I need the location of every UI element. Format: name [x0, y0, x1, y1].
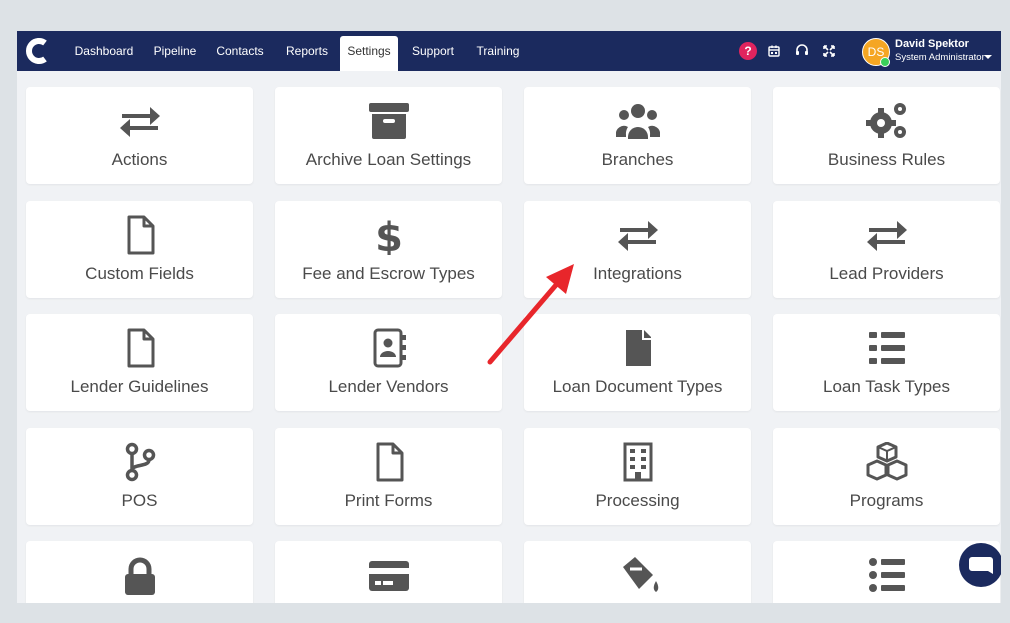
chat-bubble-icon — [969, 557, 993, 574]
expand-icon[interactable] — [820, 42, 838, 60]
dollar-icon: $ — [375, 215, 403, 255]
tile-payments[interactable] — [275, 541, 502, 603]
tile-label: Programs — [849, 491, 924, 510]
tile-branches[interactable]: Branches — [524, 87, 751, 184]
users-group-icon — [615, 104, 660, 139]
tile-label: Branches — [601, 150, 674, 169]
tile-label: Lender Vendors — [328, 377, 449, 396]
archive-box-icon — [368, 103, 409, 139]
tile-loan-task-types[interactable]: Loan Task Types — [773, 314, 1000, 411]
address-book-icon — [373, 328, 406, 368]
tile-label: Archive Loan Settings — [305, 150, 472, 169]
tile-label: POS — [121, 491, 158, 510]
tile-lead-providers[interactable]: Lead Providers — [773, 201, 1000, 298]
tile-actions[interactable]: Actions — [26, 87, 253, 184]
lock-icon — [124, 557, 155, 595]
nav-support[interactable]: Support — [411, 31, 455, 71]
online-status-dot — [880, 57, 890, 67]
top-navbar: Dashboard Pipeline Contacts Reports Sett… — [17, 31, 1001, 71]
company-logo-icon[interactable] — [23, 35, 53, 67]
user-name[interactable]: David Spektor — [895, 38, 969, 50]
nav-pipeline[interactable]: Pipeline — [153, 31, 197, 71]
calendar-icon[interactable] — [765, 42, 783, 60]
nav-settings[interactable]: Settings — [340, 36, 398, 71]
gears-icon — [865, 103, 906, 138]
tile-label: Integrations — [593, 264, 682, 283]
list-ul-icon — [868, 558, 905, 592]
file-icon — [127, 215, 154, 255]
nav-reports[interactable]: Reports — [285, 31, 329, 71]
tile-security[interactable] — [26, 541, 253, 603]
tile-label: Actions — [111, 150, 168, 169]
tile-label: Fee and Escrow Types — [302, 264, 475, 283]
tile-integrations[interactable]: Integrations — [524, 201, 751, 298]
tile-theme[interactable] — [524, 541, 751, 603]
file-solid-icon — [625, 330, 651, 366]
chat-button[interactable] — [959, 543, 1001, 587]
svg-text:$: $ — [375, 215, 403, 255]
tile-custom-fields[interactable]: Custom Fields — [26, 201, 253, 298]
app-frame: Dashboard Pipeline Contacts Reports Sett… — [17, 31, 1001, 603]
file-icon — [376, 442, 403, 482]
tile-archive-loan-settings[interactable]: Archive Loan Settings — [275, 87, 502, 184]
fill-drip-icon — [622, 557, 658, 592]
nav-contacts[interactable]: Contacts — [214, 31, 266, 71]
tile-loan-document-types[interactable]: Loan Document Types — [524, 314, 751, 411]
tile-programs[interactable]: Programs — [773, 428, 1000, 525]
list-icon — [868, 332, 905, 364]
tile-label: Processing — [595, 491, 680, 510]
exchange-icon — [617, 221, 658, 251]
tile-print-forms[interactable]: Print Forms — [275, 428, 502, 525]
file-icon — [127, 328, 154, 368]
cubes-icon — [866, 442, 907, 481]
tile-lender-guidelines[interactable]: Lender Guidelines — [26, 314, 253, 411]
tile-business-rules[interactable]: Business Rules — [773, 87, 1000, 184]
chevron-down-icon[interactable] — [984, 55, 992, 59]
tile-label: Loan Task Types — [823, 377, 950, 396]
nav-dashboard[interactable]: Dashboard — [73, 31, 135, 71]
nav-training[interactable]: Training — [475, 31, 521, 71]
help-icon[interactable]: ? — [739, 42, 757, 60]
tile-fee-and-escrow-types[interactable]: $ Fee and Escrow Types — [275, 201, 502, 298]
tile-label: Business Rules — [827, 150, 946, 169]
tile-processing[interactable]: Processing — [524, 428, 751, 525]
tile-label: Loan Document Types — [552, 377, 723, 396]
building-icon — [623, 442, 652, 482]
tile-pos[interactable]: POS — [26, 428, 253, 525]
tile-label: Custom Fields — [85, 264, 194, 283]
exchange-icon — [119, 107, 160, 137]
tile-label: Print Forms — [344, 491, 433, 510]
tile-lender-vendors[interactable]: Lender Vendors — [275, 314, 502, 411]
tile-label: Lender Guidelines — [70, 377, 209, 396]
code-branch-icon — [125, 442, 155, 482]
user-role[interactable]: System Administrator — [895, 52, 985, 63]
exchange-icon — [866, 221, 907, 251]
headset-icon[interactable] — [793, 42, 811, 60]
tile-label: Lead Providers — [829, 264, 944, 283]
credit-card-icon — [368, 561, 409, 591]
